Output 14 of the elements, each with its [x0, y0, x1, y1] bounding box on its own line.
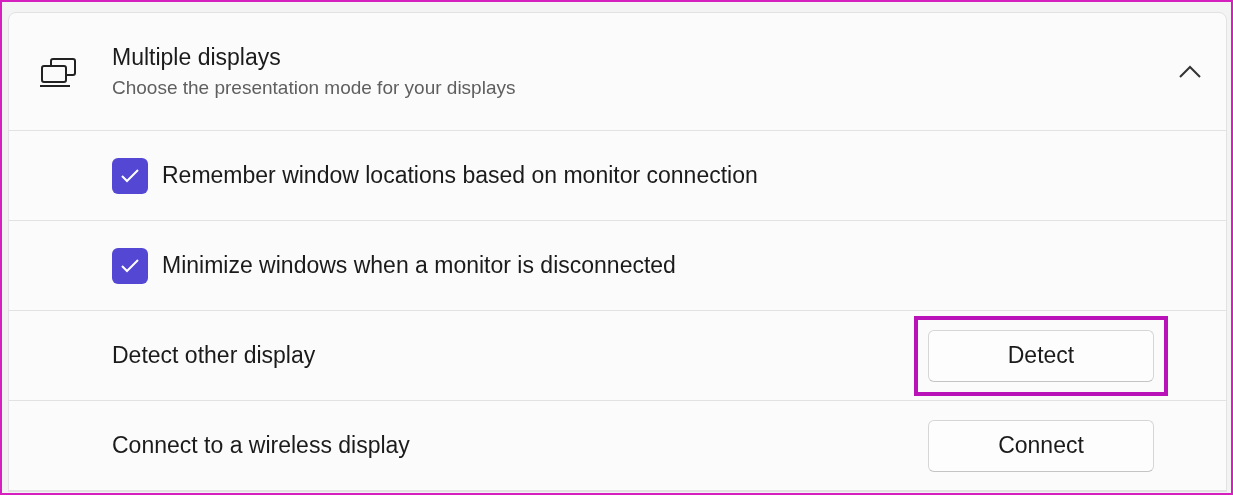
action-button[interactable]: Detect	[928, 329, 1154, 382]
setting-label: Detect other display	[112, 342, 317, 369]
section-title: Multiple displays	[112, 44, 282, 71]
checkbox[interactable]	[112, 157, 148, 194]
setting-label: Connect to a wireless display	[112, 432, 411, 459]
monitors-icon	[39, 55, 79, 88]
section-subtitle: Choose the presentation mode for your displays	[112, 77, 517, 99]
checkmark-icon	[120, 167, 140, 184]
action-button[interactable]: Connect	[928, 419, 1154, 472]
checkbox-label: Remember window locations based on monitor connection	[162, 162, 759, 189]
checkmark-icon	[120, 257, 140, 274]
checkbox-label: Minimize windows when a monitor is disconnected	[162, 252, 677, 279]
chevron-icon[interactable]	[1178, 63, 1202, 80]
checkbox[interactable]	[112, 247, 148, 284]
